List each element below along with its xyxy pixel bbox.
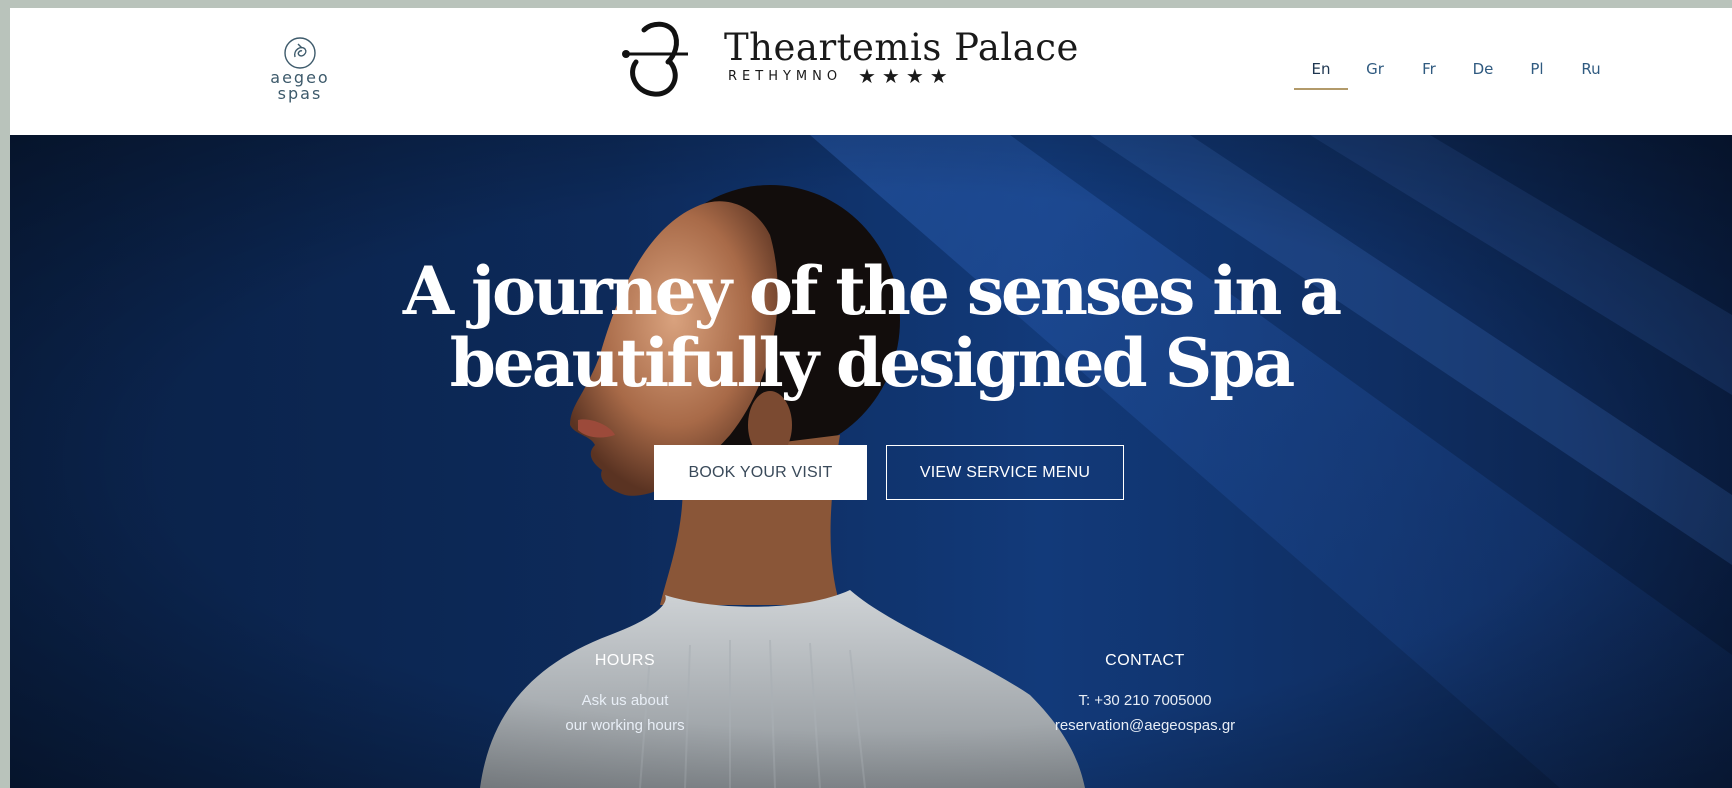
- hotel-city: RETHYMNO: [728, 69, 843, 84]
- lang-fr[interactable]: Fr: [1402, 60, 1456, 90]
- lang-pl[interactable]: Pl: [1510, 60, 1564, 90]
- hours-block: HOURS Ask us about our working hours: [540, 652, 710, 738]
- lang-en[interactable]: En: [1294, 60, 1348, 90]
- view-service-menu-button[interactable]: VIEW SERVICE MENU: [886, 445, 1124, 500]
- site-header: aegeo spas Theartemis Palace RETHYMNO ★★…: [10, 8, 1732, 135]
- hotel-star-rating: ★★★★: [858, 66, 954, 88]
- lang-ru[interactable]: Ru: [1564, 60, 1618, 90]
- hero-background-image: [10, 135, 1732, 788]
- language-switcher: En Gr Fr De Pl Ru: [1294, 60, 1618, 90]
- hero-section: A journey of the senses in a beautifully…: [10, 135, 1732, 788]
- contact-block: CONTACT T: +30 210 7005000 reservation@a…: [1020, 652, 1270, 738]
- contact-email[interactable]: reservation@aegeospas.gr: [1020, 713, 1270, 738]
- aegeo-spas-logo[interactable]: aegeo spas: [263, 36, 337, 108]
- lang-de[interactable]: De: [1456, 60, 1510, 90]
- lang-gr[interactable]: Gr: [1348, 60, 1402, 90]
- spa-logo-word-2: spas: [277, 84, 323, 103]
- spa-swirl-icon: [284, 37, 316, 69]
- contact-title: CONTACT: [1105, 652, 1185, 669]
- hours-line-2: our working hours: [565, 717, 685, 734]
- hotel-logo[interactable]: Theartemis Palace RETHYMNO ★★★★: [622, 14, 1078, 102]
- hours-line-1: Ask us about: [581, 692, 669, 709]
- contact-phone[interactable]: T: +30 210 7005000: [1020, 688, 1270, 713]
- headline-line-2: beautifully designed Spa: [449, 324, 1296, 402]
- headline-line-1: A journey of the senses in a: [402, 252, 1342, 330]
- hotel-name: Theartemis Palace: [724, 26, 1079, 69]
- hours-title: HOURS: [594, 652, 656, 669]
- book-visit-button[interactable]: BOOK YOUR VISIT: [654, 445, 867, 500]
- hero-headline: A journey of the senses in a beautifully…: [10, 255, 1732, 399]
- page-frame: aegeo spas Theartemis Palace RETHYMNO ★★…: [10, 8, 1732, 788]
- hotel-monogram-icon: [622, 21, 688, 97]
